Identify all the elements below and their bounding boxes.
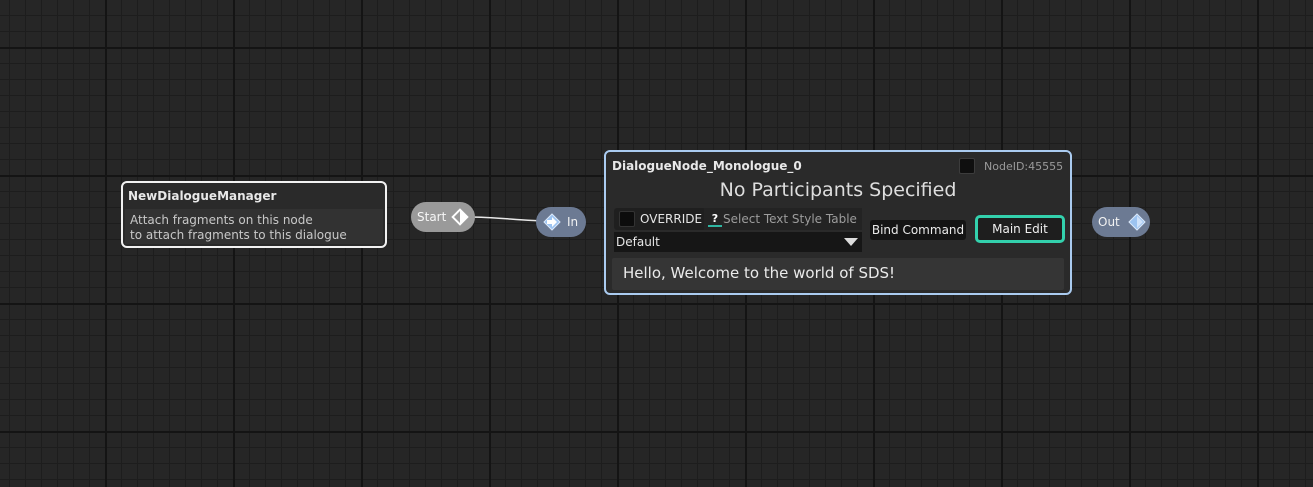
dialogue-manager-node[interactable]: NewDialogueManager Attach fragments on t… [121,181,387,248]
bind-command-button[interactable]: Bind Command [870,220,966,240]
question-icon: ? [708,211,722,227]
override-toggle[interactable]: OVERRIDE [614,208,706,230]
manager-node-title: NewDialogueManager [128,189,277,203]
exec-in-icon[interactable] [543,213,561,231]
diamond-pin-icon[interactable] [451,208,470,226]
text-style-placeholder: Select Text Style Table [723,212,857,226]
manager-desc-line1: Attach fragments on this node [130,213,313,227]
in-pin[interactable]: In [536,207,586,237]
monologue-node-title: DialogueNode_Monologue_0 [612,159,802,173]
start-pin[interactable]: Start [411,202,475,232]
style-dropdown[interactable]: Default [614,232,862,252]
out-pin-label: Out [1098,215,1120,229]
manager-node-description: Attach fragments on this node to attach … [125,209,383,246]
chevron-down-icon [844,238,858,246]
participants-label: No Participants Specified [719,179,957,201]
start-pin-label: Start [417,210,447,224]
graph-canvas[interactable]: NewDialogueManager Attach fragments on t… [0,0,1313,487]
override-checkbox[interactable] [619,211,635,227]
dialogue-text-field[interactable]: Hello, Welcome to the world of SDS! [612,258,1064,290]
main-edit-button[interactable]: Main Edit [975,215,1065,243]
monologue-node[interactable]: DialogueNode_Monologue_0 NodeID:45555 No… [604,150,1072,295]
in-pin-label: In [567,215,579,229]
manager-desc-line2: to attach fragments to this dialogue man… [130,228,347,246]
node-id-label: NodeID:45555 [984,160,1064,173]
node-id-checkbox[interactable] [959,158,975,174]
exec-out-icon[interactable] [1128,213,1146,231]
dropdown-value: Default [616,235,660,249]
override-label: OVERRIDE [640,212,703,226]
text-style-table-picker[interactable]: ? Select Text Style Table [704,208,862,230]
out-pin[interactable]: Out [1092,207,1150,237]
